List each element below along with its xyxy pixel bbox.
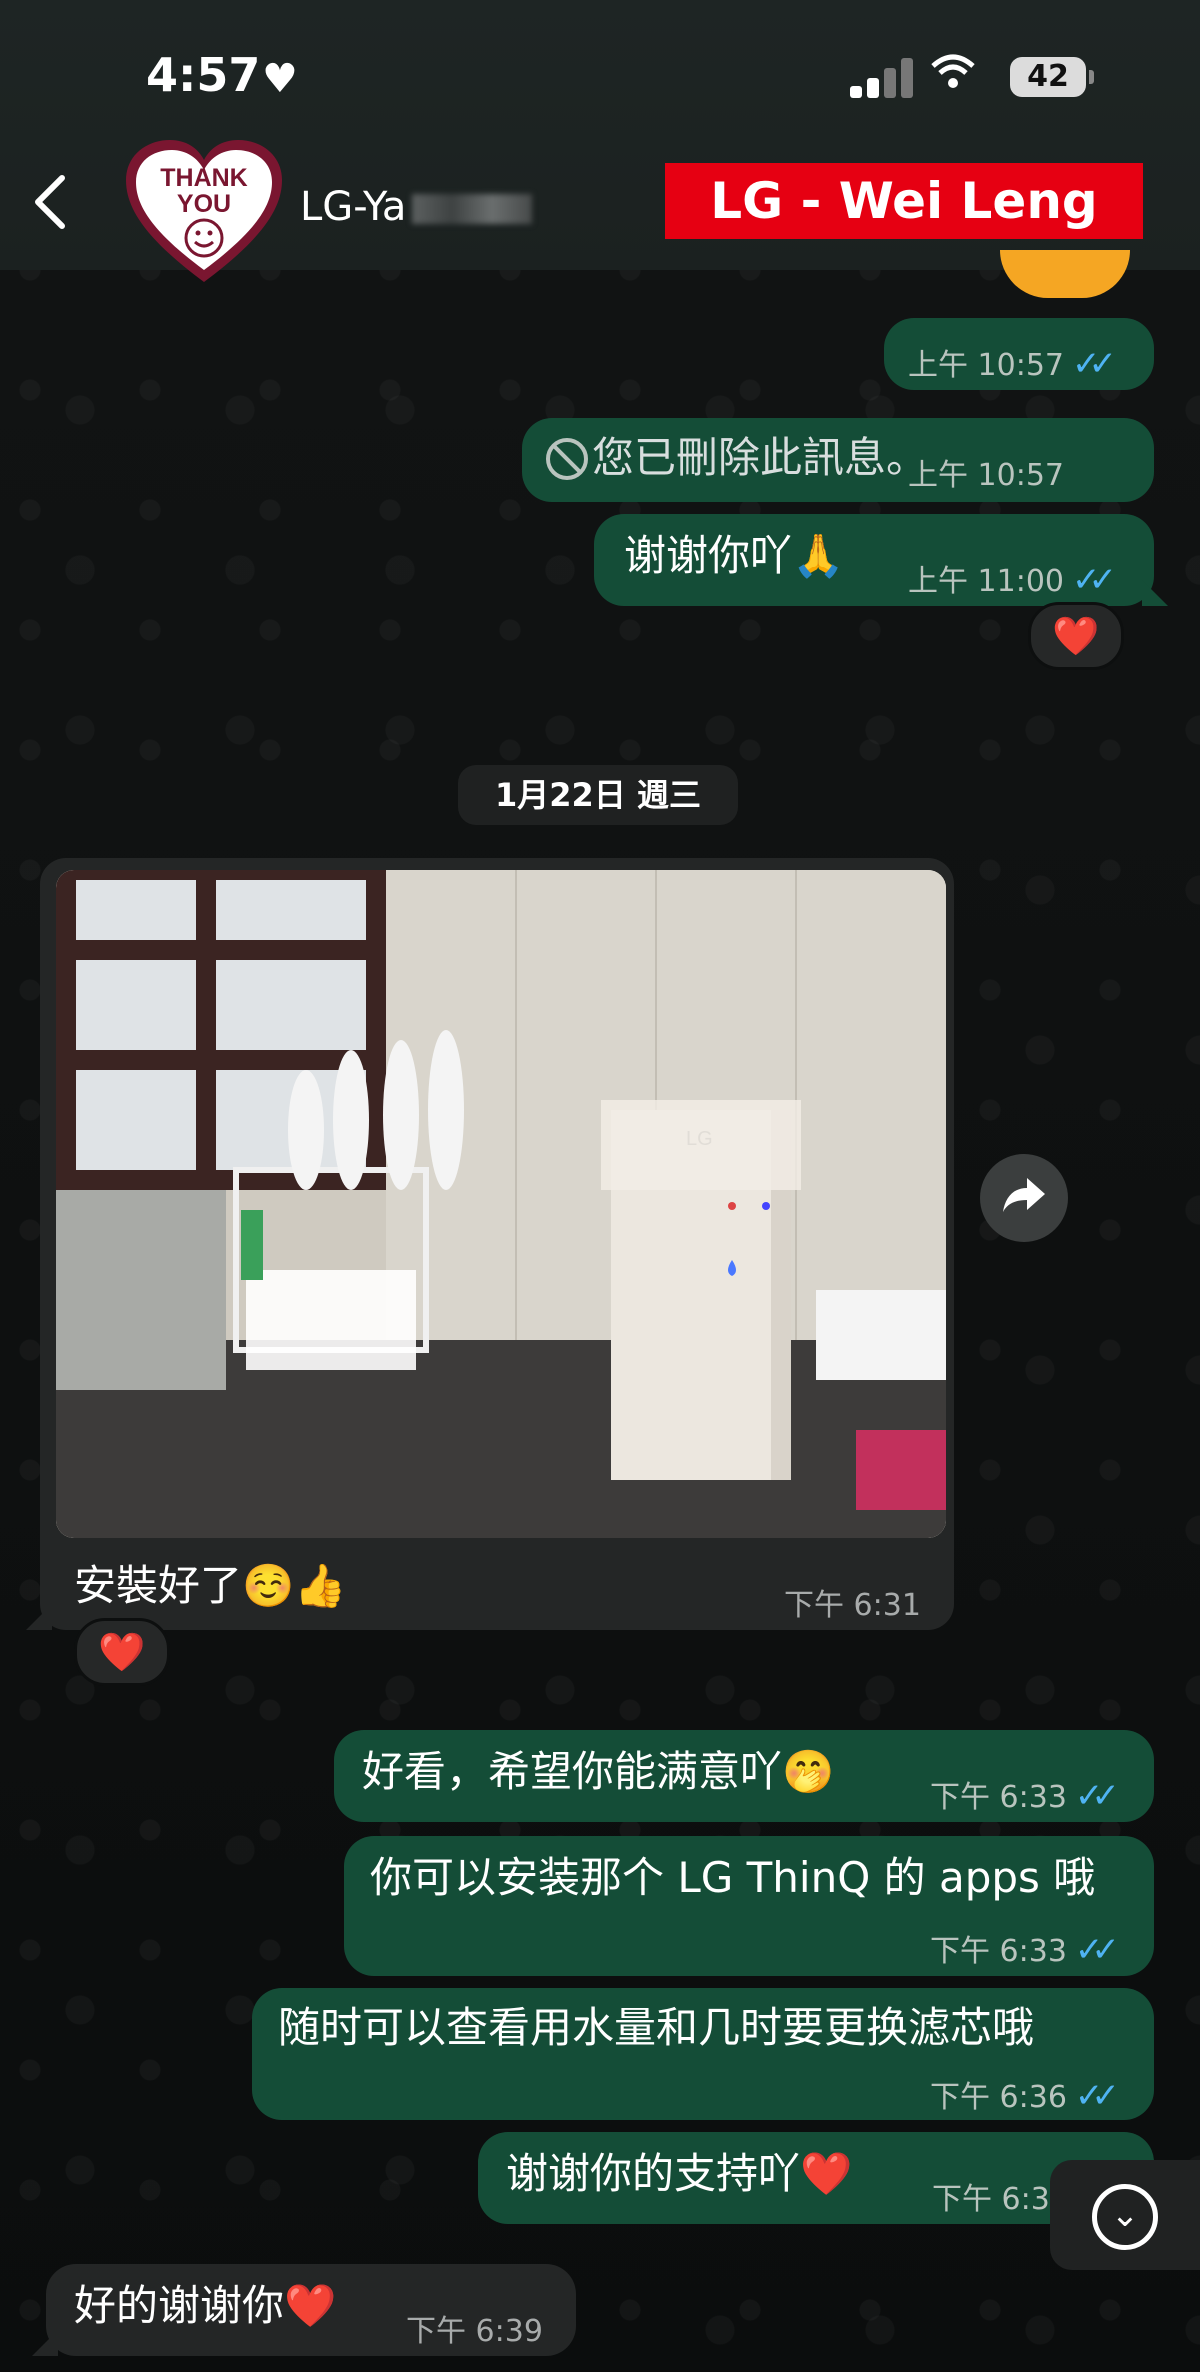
- read-ticks-icon: ✓✓: [1074, 2076, 1120, 2116]
- deleted-message-bubble[interactable]: 您已刪除此訊息。 上午 10:57: [522, 418, 1154, 502]
- message-text: 好的谢谢你❤️: [74, 2281, 337, 2330]
- read-ticks-icon: ✓✓: [1074, 1930, 1120, 1970]
- message-time: 下午 6:36: [930, 2080, 1067, 2115]
- message-bubble[interactable]: 你可以安装那个 LG ThinQ 的 apps 哦 下午 6:33 ✓✓: [344, 1836, 1154, 1976]
- message-text: 好看，希望你能满意吖🤭: [362, 1747, 835, 1796]
- forward-icon: [1003, 1178, 1045, 1212]
- scroll-to-bottom-button[interactable]: ⌄: [1050, 2160, 1200, 2270]
- date-separator: 1月22日 週三: [458, 765, 738, 825]
- battery-indicator: 42: [1010, 57, 1094, 97]
- back-button[interactable]: [30, 172, 70, 232]
- status-time: 4:57: [146, 48, 261, 102]
- message-time: 下午 6:39: [406, 2314, 543, 2349]
- message-text: 随时可以查看用水量和几时要更换滤芯哦: [278, 2003, 1035, 2052]
- forward-button[interactable]: [980, 1154, 1068, 1242]
- message-bubble[interactable]: 随时可以查看用水量和几时要更换滤芯哦 下午 6:36 ✓✓: [252, 1988, 1154, 2120]
- read-ticks-icon: ✓✓: [1074, 1776, 1120, 1816]
- contact-avatar[interactable]: THANK YOU: [122, 136, 286, 286]
- message-time: 下午 6:33: [930, 1934, 1067, 1969]
- chevron-down-icon: ⌄: [1092, 2184, 1158, 2250]
- heart-status-icon: ♥: [262, 56, 298, 102]
- message-time: 下午 6:33: [930, 1780, 1067, 1815]
- overlay-label: LG - Wei Leng: [665, 163, 1143, 239]
- message-text: 谢谢你的支持吖❤️: [506, 2149, 853, 2198]
- message-bubble[interactable]: 好看，希望你能满意吖🤭 下午 6:33 ✓✓: [334, 1730, 1154, 1822]
- message-photo[interactable]: LG: [56, 870, 946, 1538]
- wifi-icon: [930, 54, 976, 100]
- heart-reaction[interactable]: ❤️: [1028, 602, 1124, 670]
- message-time: 上午 10:57: [908, 458, 1064, 493]
- message-text: 你可以安装那个 LG ThinQ 的 apps 哦: [370, 1853, 1096, 1902]
- heart-reaction[interactable]: ❤️: [74, 1618, 170, 1686]
- contact-name: LG-Ya: [300, 184, 407, 230]
- message-time: 上午 11:00: [908, 564, 1064, 599]
- cellular-signal-icon: [850, 58, 914, 98]
- read-ticks-icon: ✓✓: [1072, 560, 1117, 600]
- chat-header: 4:57 ♥ 42 THANK YOU LG-Ya LG - Wei Leng: [0, 0, 1200, 282]
- chevron-left-icon: [35, 175, 65, 229]
- avatar-text-1: THANK: [160, 164, 248, 192]
- message-time: 上午 10:57: [908, 348, 1064, 383]
- blocked-icon: [546, 438, 588, 480]
- message-time: 下午 6:3: [932, 2182, 1050, 2217]
- read-ticks-icon: ✓✓: [1072, 344, 1117, 384]
- avatar-text-2: YOU: [177, 190, 231, 218]
- contact-name-button[interactable]: LG-Ya: [300, 184, 533, 230]
- message-text: 谢谢你吖🙏: [624, 531, 845, 580]
- message-bubble[interactable]: 好的谢谢你❤️ 下午 6:39: [32, 2264, 576, 2356]
- message-bubble[interactable]: 谢谢你吖🙏 上午 11:00 ✓✓: [594, 514, 1168, 606]
- redacted-name-blur: [412, 194, 533, 224]
- message-time: 下午 6:31: [784, 1588, 921, 1623]
- message-text: 安裝好了☺️👍: [74, 1561, 347, 1610]
- message-text: 您已刪除此訊息。: [592, 433, 929, 482]
- message-bubble[interactable]: 上午 10:57 ✓✓: [884, 318, 1154, 390]
